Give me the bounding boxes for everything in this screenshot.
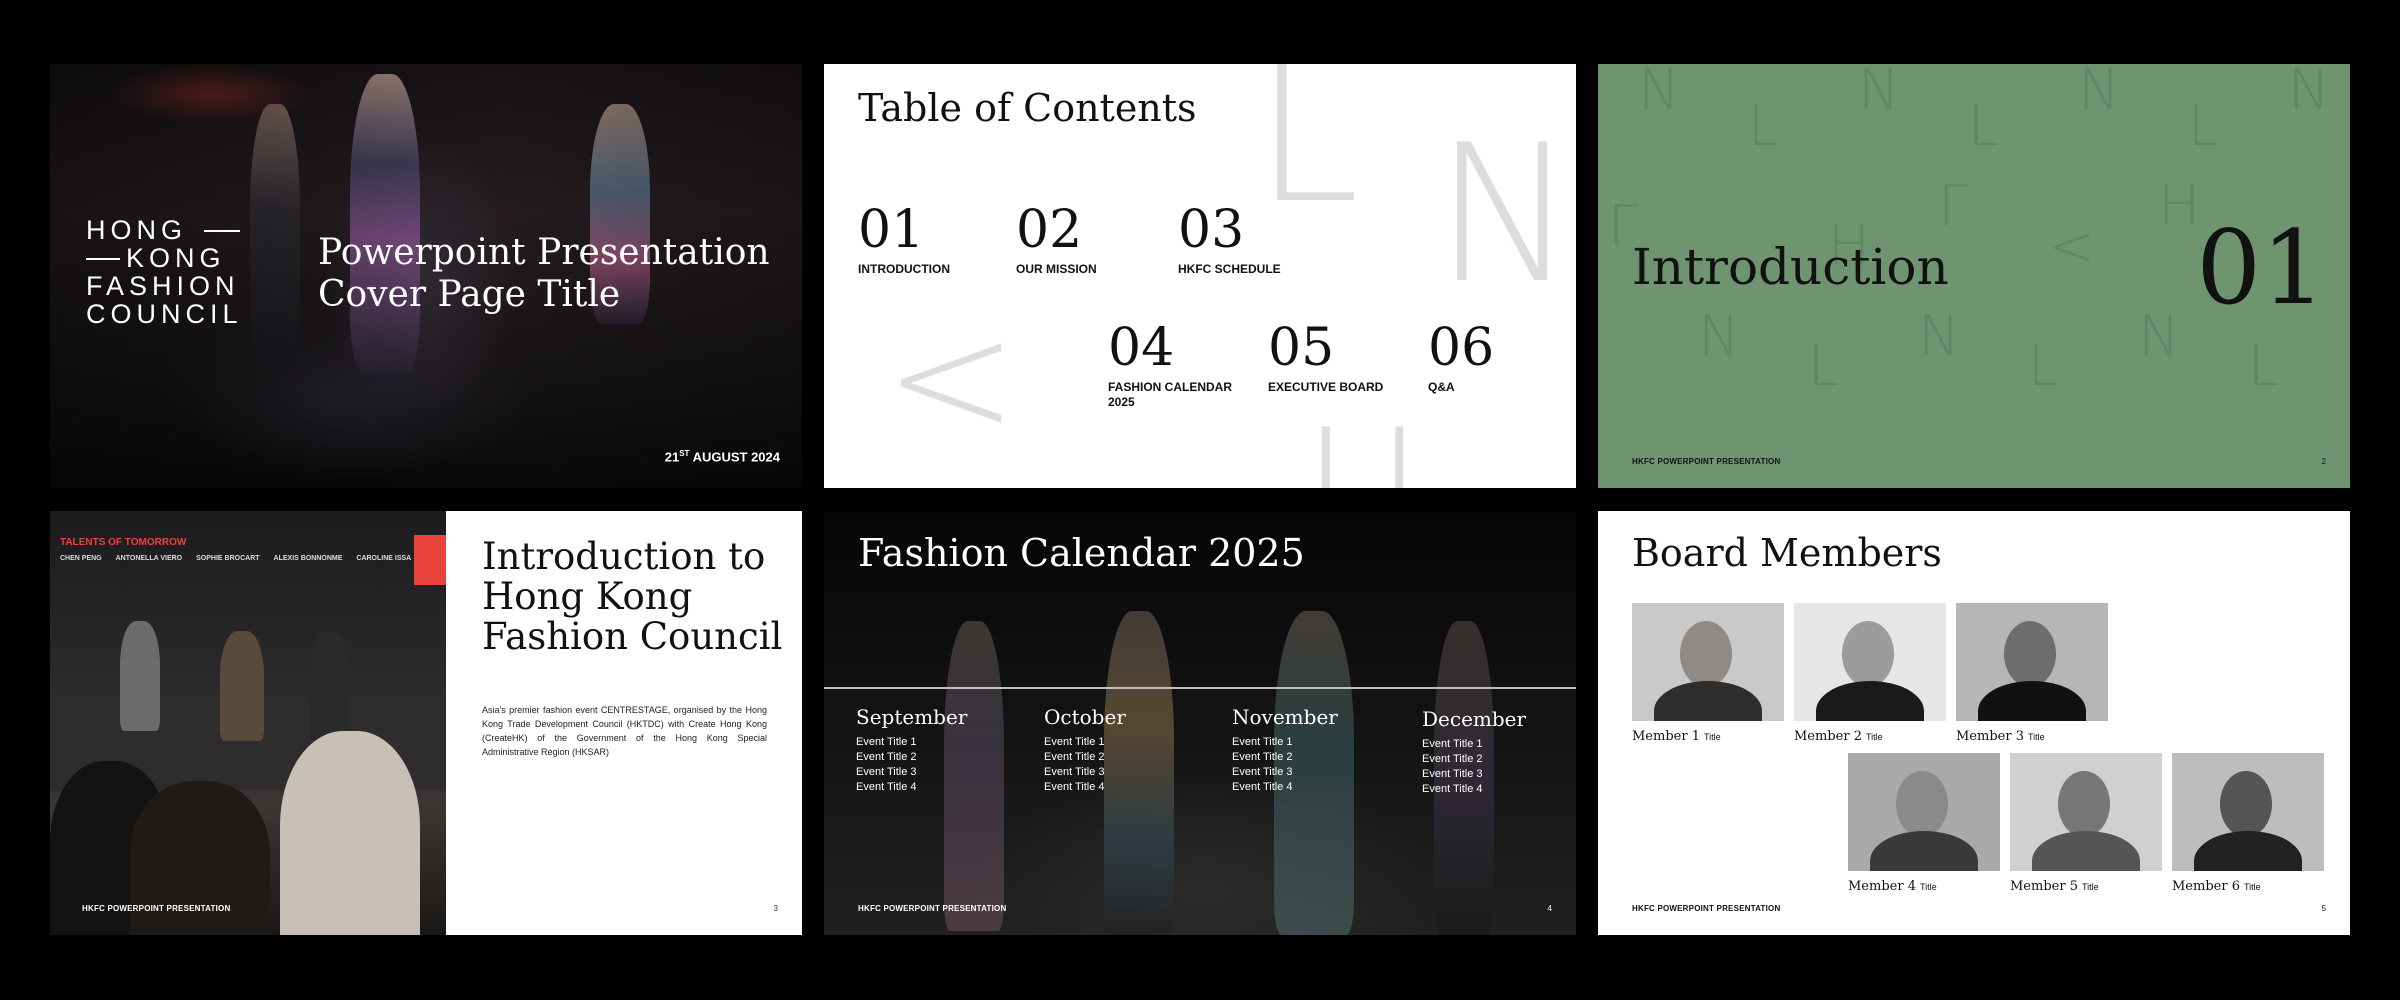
board-member-card[interactable]: Member 4 Title — [1848, 753, 2000, 894]
calendar-month: November Event Title 1 Event Title 2 Eve… — [1232, 705, 1338, 793]
board-member-card[interactable]: Member 2 Title — [1794, 603, 1946, 744]
member-photo — [1794, 603, 1946, 721]
slide-fashion-calendar[interactable]: Fashion Calendar 2025 September Event Ti… — [824, 511, 1576, 935]
member-photo — [1632, 603, 1784, 721]
slide-title: Fashion Calendar 2025 — [858, 531, 1305, 575]
toc-item[interactable]: 06 Q&A — [1428, 320, 1494, 395]
slide-intro-hkfc[interactable]: TALENTS OF TOMORROW CHEN PENG ANTONELLA … — [50, 511, 802, 935]
pattern-letter: Γ — [1938, 174, 1970, 239]
toc-item[interactable]: 02 OUR MISSION — [1016, 202, 1097, 277]
member-name: Member 3 — [1956, 729, 2024, 744]
panelist-names: CHEN PENG ANTONELLA VIERO SOPHIE BROCART… — [60, 555, 412, 562]
panel-banner: TALENTS OF TOMORROW — [60, 537, 187, 548]
board-member-card[interactable]: Member 6 Title — [2172, 753, 2324, 894]
member-title: Title — [1865, 732, 1883, 742]
watermark-letter: U — [1304, 394, 1422, 488]
watermark-letter: < — [884, 284, 1019, 471]
watermark-letter: N — [1434, 104, 1576, 325]
member-name: Member 2 — [1794, 729, 1862, 744]
cover-date: 21ST AUGUST 2024 — [664, 448, 780, 464]
calendar-month: December Event Title 1 Event Title 2 Eve… — [1422, 707, 1527, 795]
pattern-letter: H — [2158, 174, 2201, 239]
speaker-figure — [220, 631, 264, 741]
slide-cover[interactable]: HONG KONG FASHION COUNCIL Powerpoint Pre… — [50, 64, 802, 488]
pattern-letter: L — [1748, 94, 1780, 159]
event-badge — [414, 535, 446, 585]
page-number: 5 — [2321, 904, 2326, 913]
slide-footer: HKFC POWERPOINT PRESENTATION — [1632, 457, 1781, 466]
member-title: Title — [2081, 882, 2099, 892]
slide-board-members[interactable]: Board Members Member 1 Title Member 2 Titl… — [1598, 511, 2350, 935]
slide-footer: HKFC POWERPOINT PRESENTATION — [82, 904, 231, 913]
pattern-letter: L — [1968, 94, 2000, 159]
page-title: Table of Contents — [858, 86, 1197, 130]
member-name: Member 6 — [2172, 879, 2240, 894]
board-member-card[interactable]: Member 3 Title — [1956, 603, 2108, 744]
panel-photo: TALENTS OF TOMORROW CHEN PENG ANTONELLA … — [50, 511, 446, 935]
pattern-letter: < — [2048, 214, 2095, 279]
pattern-letter: L — [2188, 94, 2220, 159]
pattern-letter: L — [2028, 334, 2060, 399]
page-number: 3 — [773, 904, 778, 913]
slide-footer: HKFC POWERPOINT PRESENTATION — [1632, 904, 1781, 913]
audience-figure — [280, 731, 420, 935]
board-member-card[interactable]: Member 1 Title — [1632, 603, 1784, 744]
cover-title: Powerpoint Presentation Cover Page Title — [318, 232, 770, 315]
board-member-card[interactable]: Member 5 Title — [2010, 753, 2162, 894]
member-title: Title — [2027, 732, 2045, 742]
member-name: Member 5 — [2010, 879, 2078, 894]
pattern-letter: N — [1858, 64, 1900, 123]
slide-title: Introduction to Hong Kong Fashion Counci… — [482, 535, 783, 658]
section-number: 01 — [2196, 209, 2326, 328]
calendar-month: October Event Title 1 Event Title 2 Even… — [1044, 705, 1126, 793]
hkfc-logo: HONG KONG FASHION COUNCIL — [86, 215, 243, 329]
member-title: Title — [2243, 882, 2261, 892]
page-number: 4 — [1547, 904, 1552, 913]
pattern-letter: L — [1808, 334, 1840, 399]
calendar-month: September Event Title 1 Event Title 2 Ev… — [856, 705, 968, 793]
toc-item[interactable]: 01 INTRODUCTION — [858, 202, 950, 277]
slide-body: Asia's premier fashion event CENTRESTAGE… — [482, 705, 767, 757]
pattern-letter: N — [1918, 304, 1960, 369]
pattern-letter: N — [1698, 304, 1740, 369]
pattern-letter: L — [2248, 334, 2280, 399]
member-title: Title — [1703, 732, 1721, 742]
pattern-letter: N — [2288, 64, 2330, 123]
member-photo — [2172, 753, 2324, 871]
member-photo — [1848, 753, 2000, 871]
member-title: Title — [1919, 882, 1937, 892]
toc-item[interactable]: 04 FASHION CALENDAR 2025 — [1108, 320, 1238, 410]
speaker-figure — [310, 631, 350, 741]
toc-item[interactable]: 03 HKFC SCHEDULE — [1178, 202, 1281, 277]
divider-line — [824, 687, 1576, 689]
pattern-letter: N — [2078, 64, 2120, 123]
slide-table-of-contents[interactable]: L N < U Table of Contents 01 INTRODUCTION… — [824, 64, 1576, 488]
slide-title: Board Members — [1632, 531, 1942, 575]
toc-item[interactable]: 05 EXECUTIVE BOARD — [1268, 320, 1383, 395]
member-name: Member 4 — [1848, 879, 1916, 894]
page-number: 2 — [2321, 457, 2326, 466]
member-name: Member 1 — [1632, 729, 1700, 744]
slide-introduction-section[interactable]: N L N L N L N Γ H Γ < H N L N L N L Intr… — [1598, 64, 2350, 488]
pattern-letter: N — [1638, 64, 1680, 123]
section-title: Introduction — [1632, 238, 1949, 296]
slide-footer: HKFC POWERPOINT PRESENTATION — [858, 904, 1007, 913]
member-photo — [1956, 603, 2108, 721]
member-photo — [2010, 753, 2162, 871]
speaker-figure — [120, 621, 160, 731]
pattern-letter: N — [2138, 304, 2180, 369]
